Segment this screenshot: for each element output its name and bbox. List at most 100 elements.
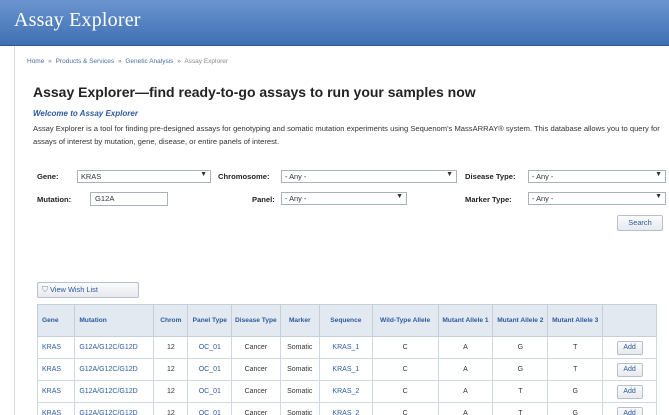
chevron-down-icon: ▼: [655, 193, 662, 200]
view-wish-list-button[interactable]: ⛉ View Wish List: [37, 282, 139, 298]
cell-mutation[interactable]: G12A/G12C/G12D: [74, 358, 155, 381]
cell-marker: Somatic: [279, 336, 321, 359]
cell-mutant-allele-3: G: [547, 402, 604, 415]
cell-mutation[interactable]: G12A/G12C/G12D: [74, 402, 155, 415]
cell-gene[interactable]: KRAS: [36, 358, 76, 381]
add-button[interactable]: Add: [616, 406, 643, 415]
breadcrumb: Home » Products & Services » Genetic Ana…: [27, 58, 228, 65]
cell-mutant-allele-2: G: [492, 358, 549, 381]
mutation-input[interactable]: G12A: [90, 192, 168, 206]
cell-sequence[interactable]: KRAS_1: [319, 336, 373, 359]
chromosome-label: Chromosome:: [218, 172, 270, 181]
cell-actions: Add: [602, 336, 657, 359]
cell-wild-type-allele: C: [371, 402, 439, 415]
cell-mutation[interactable]: G12A/G12C/G12D: [74, 380, 155, 403]
add-button[interactable]: Add: [616, 384, 643, 399]
table-row: KRAS G12A/G12C/G12D 12 OC_01 Cancer Soma…: [36, 336, 657, 359]
add-button[interactable]: Add: [616, 362, 643, 377]
intro-description: Assay Explorer is a tool for finding pre…: [33, 124, 660, 146]
disease-type-select[interactable]: - Any - ▼: [528, 170, 666, 183]
cell-mutant-allele-3: T: [547, 336, 604, 359]
breadcrumb-separator: »: [117, 58, 122, 65]
breadcrumb-current: Assay Explorer: [184, 58, 229, 65]
cell-actions: Add: [602, 402, 657, 415]
cell-panel-type[interactable]: OC_01: [187, 402, 233, 415]
cell-mutant-allele-2: G: [492, 336, 549, 359]
assay-results-table: Gene Mutation Chrom Panel Type Disease T…: [36, 304, 657, 415]
gene-select[interactable]: KRAS ▼: [77, 170, 211, 183]
cell-chrom: 12: [153, 380, 189, 403]
disease-type-label: Disease Type:: [465, 172, 516, 181]
gene-select-value: KRAS: [81, 172, 102, 181]
table-row: KRAS G12A/G12C/G12D 12 OC_01 Cancer Soma…: [36, 402, 657, 415]
disease-type-select-value: - Any -: [532, 172, 554, 181]
marker-type-select-value: - Any -: [532, 194, 554, 203]
wish-list-icon: ⛉: [42, 285, 48, 294]
cell-wild-type-allele: C: [371, 336, 439, 359]
column-header-disease-type: Disease Type: [231, 304, 281, 337]
column-header-actions: [602, 304, 657, 337]
column-header-mutant-allele-2: Mutant Allele 2: [492, 304, 549, 337]
cell-chrom: 12: [153, 336, 189, 359]
page-title: Assay Explorer—find ready-to-go assays t…: [33, 84, 476, 100]
cell-chrom: 12: [153, 358, 189, 381]
cell-gene[interactable]: KRAS: [36, 336, 76, 359]
cell-sequence[interactable]: KRAS_2: [319, 380, 373, 403]
column-header-gene: Gene: [36, 304, 76, 337]
breadcrumb-separator: »: [48, 58, 52, 65]
add-button[interactable]: Add: [616, 340, 643, 355]
breadcrumb-home[interactable]: Home: [27, 58, 44, 65]
cell-disease-type: Cancer: [231, 336, 281, 359]
cell-sequence[interactable]: KRAS_2: [319, 402, 373, 415]
chevron-down-icon: ▼: [200, 171, 207, 178]
chevron-down-icon: ▼: [446, 171, 453, 178]
cell-gene[interactable]: KRAS: [36, 380, 76, 403]
app-header: Assay Explorer: [0, 0, 669, 46]
cell-disease-type: Cancer: [231, 402, 281, 415]
search-button[interactable]: Search: [617, 215, 663, 231]
cell-mutant-allele-1: A: [437, 380, 494, 403]
welcome-heading: Welcome to Assay Explorer: [33, 109, 138, 118]
cell-chrom: 12: [153, 402, 189, 415]
gene-label: Gene:: [37, 172, 59, 181]
marker-type-label: Marker Type:: [465, 195, 512, 204]
chromosome-select[interactable]: - Any - ▼: [281, 170, 457, 183]
column-header-chrom: Chrom: [153, 304, 189, 337]
breadcrumb-products[interactable]: Products & Services: [56, 58, 115, 65]
app-title: Assay Explorer: [14, 9, 141, 31]
panel-label: Panel:: [252, 195, 275, 204]
chevron-down-icon: ▼: [396, 193, 403, 200]
panel-select[interactable]: - Any - ▼: [281, 192, 407, 205]
panel-select-value: - Any -: [285, 194, 307, 203]
cell-mutant-allele-1: A: [437, 402, 494, 415]
column-header-mutation: Mutation: [74, 304, 155, 337]
cell-panel-type[interactable]: OC_01: [187, 358, 233, 381]
cell-mutant-allele-1: A: [437, 358, 494, 381]
column-header-wild-type-allele: Wild-Type Allele: [371, 304, 439, 337]
column-header-mutant-allele-1: Mutant Allele 1: [437, 304, 494, 337]
table-row: KRAS G12A/G12C/G12D 12 OC_01 Cancer Soma…: [36, 358, 657, 381]
column-header-panel-type: Panel Type: [187, 304, 233, 337]
cell-mutant-allele-2: T: [492, 380, 549, 403]
cell-marker: Somatic: [279, 380, 321, 403]
marker-type-select[interactable]: - Any - ▼: [528, 192, 666, 205]
cell-mutant-allele-3: T: [547, 358, 604, 381]
main-content: Home » Products & Services » Genetic Ana…: [14, 46, 669, 415]
column-header-marker: Marker: [279, 304, 321, 337]
cell-wild-type-allele: C: [371, 358, 439, 381]
cell-sequence[interactable]: KRAS_1: [319, 358, 373, 381]
cell-mutation[interactable]: G12A/G12C/G12D: [74, 336, 155, 359]
cell-mutant-allele-3: G: [547, 380, 604, 403]
cell-actions: Add: [602, 380, 657, 403]
cell-panel-type[interactable]: OC_01: [187, 380, 233, 403]
chevron-down-icon: ▼: [655, 171, 662, 178]
table-row: KRAS G12A/G12C/G12D 12 OC_01 Cancer Soma…: [36, 380, 657, 403]
cell-marker: Somatic: [279, 402, 321, 415]
column-header-sequence: Sequence: [319, 304, 373, 337]
cell-panel-type[interactable]: OC_01: [187, 336, 233, 359]
cell-disease-type: Cancer: [231, 358, 281, 381]
view-wish-list-label: View Wish List: [50, 285, 98, 294]
breadcrumb-genetic-analysis[interactable]: Genetic Analysis: [125, 58, 173, 65]
cell-gene[interactable]: KRAS: [36, 402, 76, 415]
table-header-row: Gene Mutation Chrom Panel Type Disease T…: [36, 304, 657, 337]
